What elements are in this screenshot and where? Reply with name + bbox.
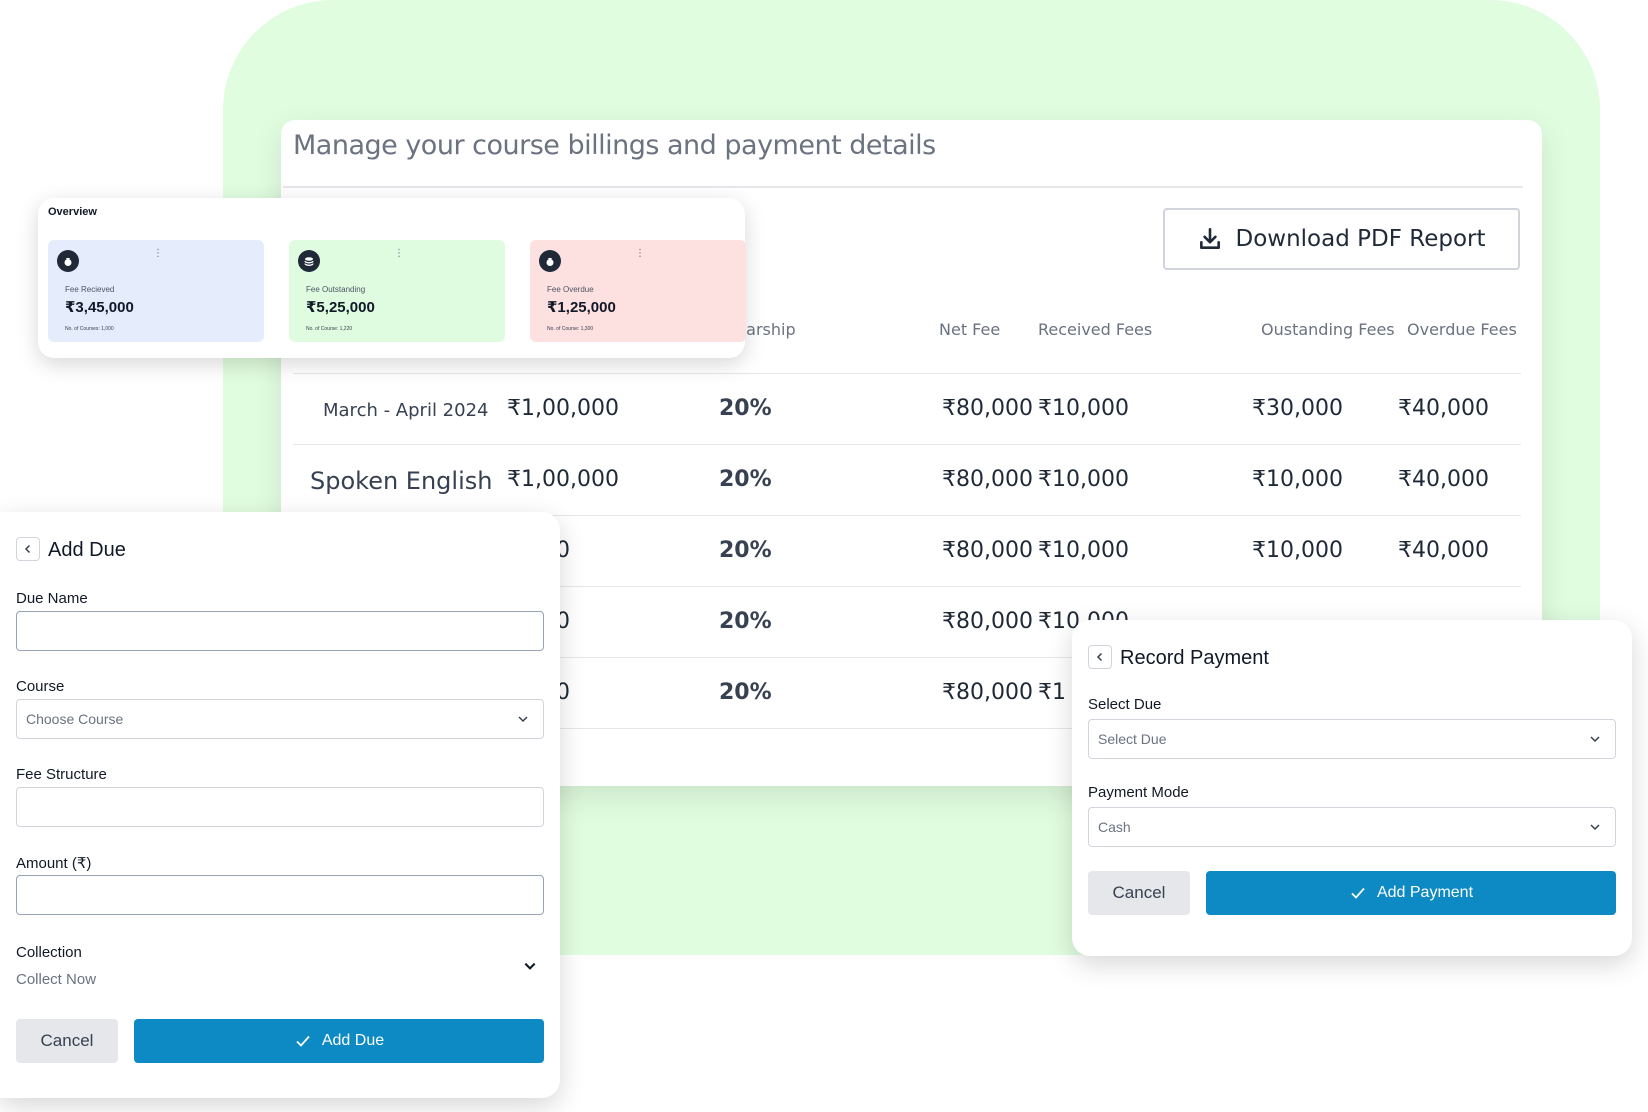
row-scholarship: 20% [719, 680, 772, 705]
row-name: Spoken English [310, 467, 493, 495]
coins-icon [298, 250, 320, 272]
course-select[interactable]: Choose Course [16, 699, 544, 739]
add-due-button-label: Add Due [321, 1032, 385, 1049]
payment-mode-select[interactable]: Cash [1088, 807, 1616, 847]
row-total: ₹1,00,000 [507, 396, 619, 421]
add-due-button[interactable]: Add Due [134, 1019, 544, 1063]
stat-card-fee-outstanding[interactable]: ⋮ Fee Outstanding ₹5,25,000 No. of Cours… [289, 240, 505, 342]
check-icon [1351, 887, 1365, 899]
check-icon [296, 1035, 310, 1047]
add-due-panel: Add Due Due Name Course Choose Course Fe… [0, 512, 560, 1098]
money-bag-icon [57, 250, 79, 272]
cancel-button[interactable]: Cancel [1088, 871, 1190, 915]
row-net-fee: ₹80,000 [942, 467, 1033, 492]
course-label: Course [16, 678, 65, 695]
download-icon [1200, 227, 1221, 249]
overview-card: Overview ⋮ Fee Recieved ₹3,45,000 No. of… [38, 198, 746, 358]
more-icon[interactable]: ⋮ [394, 248, 404, 259]
fee-structure-label: Fee Structure [16, 766, 107, 783]
row-received: ₹10,000 [1038, 396, 1129, 421]
stat-sub: No. of Course: 1,300 [547, 326, 594, 332]
divider [283, 186, 1523, 188]
column-header-net-fee: Net Fee [939, 320, 1001, 339]
row-name: March - April 2024 [323, 400, 489, 421]
chevron-down-icon [1590, 736, 1600, 743]
row-net-fee: ₹80,000 [942, 680, 1033, 705]
payment-mode-value: Cash [1098, 819, 1131, 835]
fee-structure-input[interactable] [16, 787, 544, 827]
column-header-outstanding-fees: Oustanding Fees [1261, 320, 1395, 339]
stat-label: Fee Overdue [547, 285, 594, 294]
course-placeholder: Choose Course [26, 711, 124, 727]
row-scholarship: 20% [719, 538, 772, 563]
stat-card-fee-overdue[interactable]: ⋮ Fee Overdue ₹1,25,000 No. of Course: 1… [530, 240, 746, 342]
row-received: ₹1 [1038, 680, 1066, 705]
select-due-placeholder: Select Due [1098, 731, 1167, 747]
chevron-down-icon[interactable] [523, 959, 537, 973]
row-outstanding: ₹10,000 [1252, 467, 1343, 492]
due-name-label: Due Name [16, 590, 88, 607]
table-row[interactable]: Spoken English ₹1,00,000 20% ₹80,000 ₹10… [293, 444, 1521, 514]
cancel-button[interactable]: Cancel [16, 1019, 118, 1063]
record-payment-title: Record Payment [1120, 647, 1269, 669]
amount-label: Amount (₹) [16, 855, 92, 872]
row-received: ₹10,000 [1038, 538, 1129, 563]
column-header-received-fees: Received Fees [1038, 320, 1153, 339]
row-scholarship: 20% [719, 609, 772, 634]
stat-label: Fee Recieved [65, 285, 115, 294]
select-due-label: Select Due [1088, 696, 1162, 713]
download-pdf-button[interactable]: Download PDF Report [1163, 208, 1520, 270]
due-name-input[interactable] [16, 611, 544, 651]
add-payment-button[interactable]: Add Payment [1206, 871, 1616, 915]
overview-title: Overview [48, 206, 97, 218]
more-icon[interactable]: ⋮ [635, 248, 645, 259]
back-button[interactable] [1088, 645, 1112, 669]
download-pdf-label: Download PDF Report [1235, 226, 1486, 252]
more-icon[interactable]: ⋮ [153, 248, 163, 259]
row-overdue: ₹40,000 [1398, 396, 1489, 421]
column-header-overdue-fees: Overdue Fees [1407, 320, 1517, 339]
row-net-fee: ₹80,000 [942, 609, 1033, 634]
collection-label: Collection [16, 944, 82, 961]
payment-mode-label: Payment Mode [1088, 784, 1189, 801]
stat-sub: No. of Course: 1,220 [306, 326, 353, 332]
select-due-select[interactable]: Select Due [1088, 719, 1616, 759]
amount-input[interactable] [16, 875, 544, 915]
chevron-down-icon [1590, 824, 1600, 831]
chevron-left-icon [24, 544, 31, 554]
row-scholarship: 20% [719, 396, 772, 421]
record-payment-panel: Record Payment Select Due Select Due Pay… [1072, 620, 1632, 956]
add-payment-button-label: Add Payment [1376, 884, 1474, 901]
table-row[interactable]: March - April 2024 ₹1,00,000 20% ₹80,000… [293, 373, 1521, 443]
stat-label: Fee Outstanding [306, 285, 366, 294]
stat-value: ₹1,25,000 [547, 299, 616, 316]
money-bag-icon [539, 250, 561, 272]
row-net-fee: ₹80,000 [942, 538, 1033, 563]
collection-value[interactable]: Collect Now [16, 971, 96, 988]
row-overdue: ₹40,000 [1398, 467, 1489, 492]
back-button[interactable] [16, 537, 40, 561]
add-due-title: Add Due [48, 539, 126, 561]
row-net-fee: ₹80,000 [942, 396, 1033, 421]
stat-sub: No. of Courses: 1,000 [65, 326, 114, 332]
row-outstanding: ₹30,000 [1252, 396, 1343, 421]
row-received: ₹10,000 [1038, 467, 1129, 492]
chevron-down-icon [518, 716, 528, 723]
row-scholarship: 20% [719, 467, 772, 492]
stat-card-fee-received[interactable]: ⋮ Fee Recieved ₹3,45,000 No. of Courses:… [48, 240, 264, 342]
row-outstanding: ₹10,000 [1252, 538, 1343, 563]
stat-value: ₹3,45,000 [65, 299, 134, 316]
row-overdue: ₹40,000 [1398, 538, 1489, 563]
stat-value: ₹5,25,000 [306, 299, 375, 316]
row-total: ₹1,00,000 [507, 467, 619, 492]
chevron-left-icon [1096, 652, 1103, 662]
page-title: Manage your course billings and payment … [293, 130, 936, 161]
